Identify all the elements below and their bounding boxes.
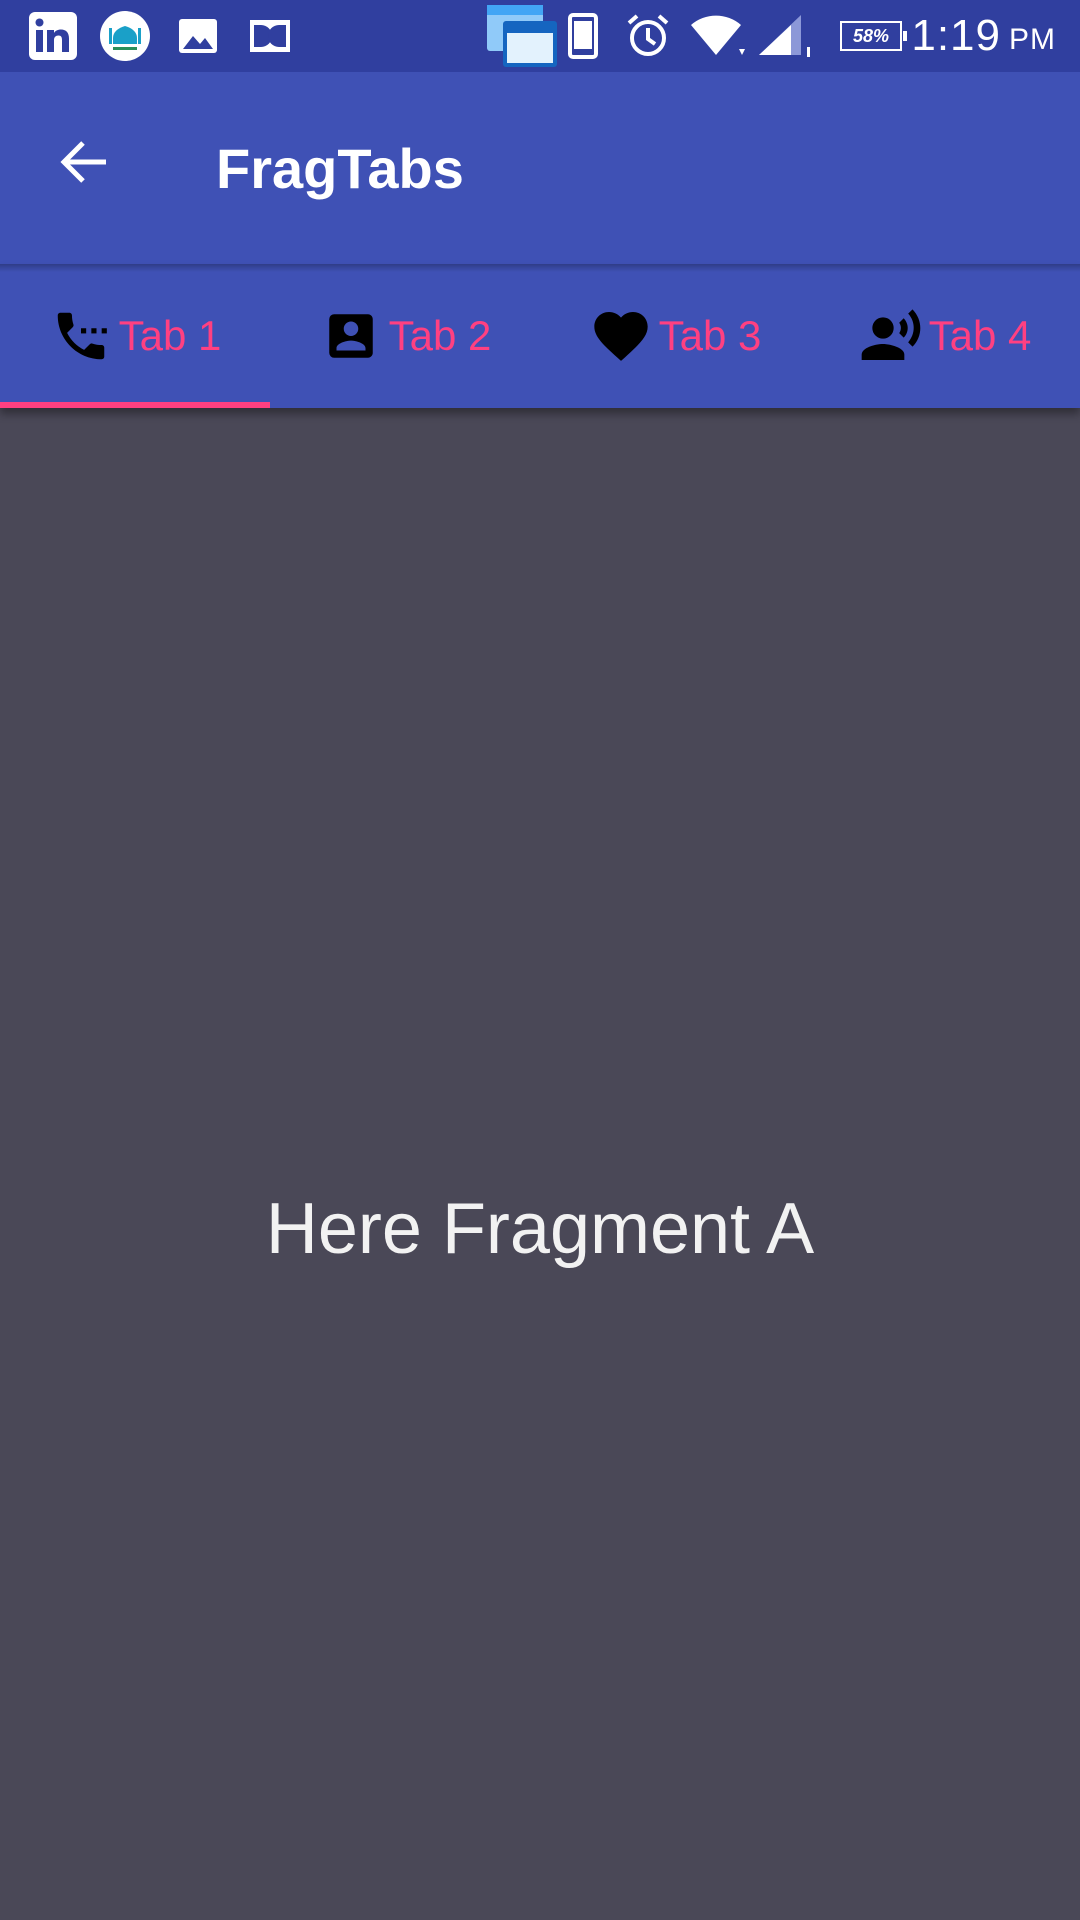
tab-2[interactable]: Tab 2 bbox=[270, 264, 540, 408]
status-time-ampm: PM bbox=[1009, 23, 1056, 56]
signal-icon bbox=[756, 0, 816, 72]
app-bar-divider bbox=[0, 264, 1080, 272]
gallery-icon bbox=[176, 0, 220, 72]
selected-tab-indicator bbox=[0, 402, 270, 408]
tab-4-label: Tab 4 bbox=[928, 312, 1032, 359]
heart-icon bbox=[589, 304, 653, 368]
back-button[interactable] bbox=[44, 122, 124, 202]
phone-in-talk-icon bbox=[49, 304, 113, 368]
multi-window-icon bbox=[484, 0, 560, 72]
dolby-icon bbox=[248, 0, 292, 72]
contact-card-icon bbox=[319, 304, 383, 368]
wifi-icon bbox=[688, 0, 748, 72]
tab-3[interactable]: Tab 3 bbox=[540, 264, 810, 408]
app-bar: FragTabs bbox=[0, 72, 1080, 264]
status-time-value: 1:19 bbox=[911, 11, 1001, 60]
fragment-container: Here Fragment A bbox=[0, 408, 1080, 1920]
tab-bar: Tab 1 Tab 2 Tab 3 Tab 4 bbox=[0, 264, 1080, 408]
tab-4[interactable]: Tab 4 bbox=[810, 264, 1080, 408]
tab-1-label: Tab 1 bbox=[118, 312, 222, 359]
person-voice-icon bbox=[859, 304, 923, 368]
page-title: FragTabs bbox=[216, 136, 464, 200]
battery-level: 58% bbox=[852, 25, 890, 46]
battery-icon: 58% bbox=[836, 0, 907, 72]
status-bar: 58% 1:19 PM bbox=[0, 0, 1080, 72]
status-time: 1:19 PM bbox=[911, 0, 1056, 72]
tab-2-label: Tab 2 bbox=[388, 312, 492, 359]
alarm-icon bbox=[624, 0, 672, 72]
screen: 58% 1:19 PM FragTabs Tab 1 Tab 2 Tab 3 T… bbox=[0, 0, 1080, 1920]
linkedin-icon bbox=[28, 0, 78, 72]
arrow-back-icon bbox=[60, 141, 106, 183]
tab-1[interactable]: Tab 1 bbox=[0, 264, 270, 408]
phone-portrait-icon bbox=[566, 0, 600, 72]
tab-3-label: Tab 3 bbox=[658, 312, 762, 359]
fragment-text: Here Fragment A bbox=[265, 1189, 815, 1269]
mosque-app-icon bbox=[98, 0, 152, 72]
